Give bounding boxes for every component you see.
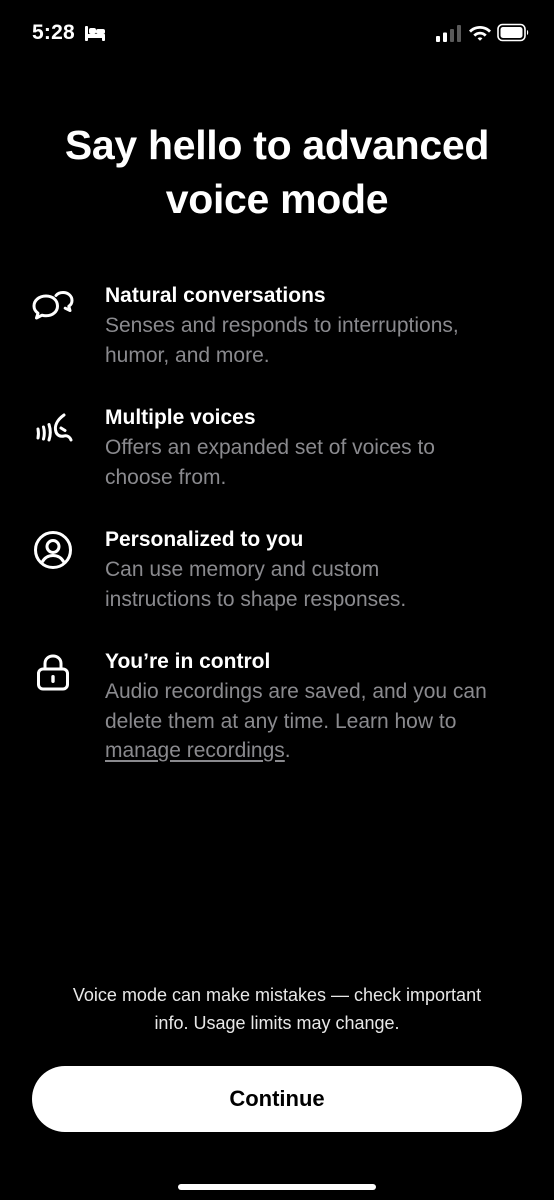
feature-description: Audio recordings are saved, and you can … [105,677,530,766]
continue-button[interactable]: Continue [32,1066,522,1132]
disclaimer-text: Voice mode can make mistakes — check imp… [20,981,534,1037]
feature-description-line: delete them at any time. Learn how to [105,709,457,733]
feature-description-line: manage recordings. [105,736,530,766]
feature-description: Offers an expanded set of voices to choo… [105,433,530,492]
feature-title: You’re in control [105,650,271,673]
person-circle-icon [34,531,72,569]
feature-title: Personalized to you [105,528,304,551]
feature-description: Senses and responds to interruptions, hu… [105,311,530,370]
battery-icon [497,23,529,42]
signal-icon [436,25,461,42]
feature-description-line: Offers an expanded set of voices to [105,436,435,459]
feature-description-line: humor, and more. [105,343,270,367]
feature-description-line: Audio recordings are saved, and you can [105,680,487,703]
link-suffix: . [284,739,291,762]
wifi-icon [469,26,491,41]
status-time: 5:28 [32,21,75,44]
page-title: Say hello to advanced voice mode [0,118,554,226]
feature-description: Can use memory and custom instructions t… [105,555,530,614]
speaking-voice-icon [36,413,73,442]
feature-title: Multiple voices [105,406,256,429]
home-indicator [178,1184,376,1190]
manage-recordings-link[interactable]: manage recordings [105,739,285,762]
page-title-line-2: voice mode [165,176,389,222]
disclaimer-line: Voice mode can make mistakes — check imp… [72,985,482,1005]
bed-icon [85,26,105,41]
feature-description-line: choose from. [105,465,227,489]
page-title-line-1: Say hello to advanced [64,122,490,168]
feature-description-line: Senses and responds to interruptions, [105,314,459,337]
chat-bubbles-icon [32,291,74,320]
disclaimer-line: info. Usage limits may change. [154,1013,400,1033]
feature-description-line: instructions to shape responses. [105,587,407,611]
feature-title: Natural conversations [105,284,326,307]
feature-description-line: Can use memory and custom [105,558,380,581]
lock-icon [37,654,69,691]
status-bar: 5:28 [0,0,554,66]
